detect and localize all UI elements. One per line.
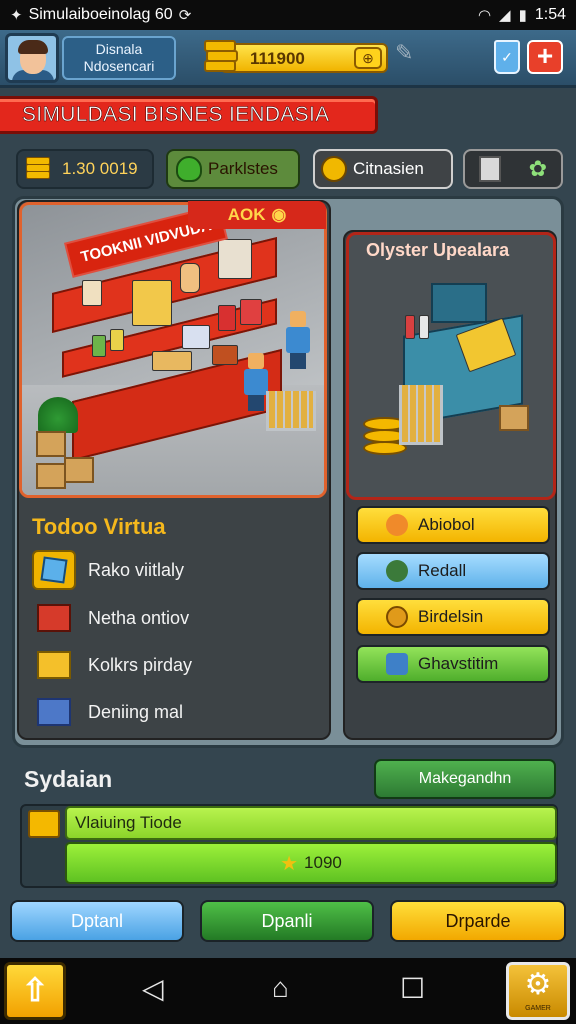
upgrade-illustration[interactable] [346,232,556,500]
list-item[interactable]: Rako viitlaly [32,548,184,592]
crate-icon [28,810,60,838]
clock: 1:54 [534,6,566,23]
wifi-icon: ◠ [477,7,492,24]
list-item[interactable]: Kolkrs pirday [32,643,192,687]
player-avatar[interactable] [5,33,59,83]
manage-button[interactable]: Makegandhn [374,759,556,799]
coin-balance-bar: 111900 ⊕ [220,43,388,73]
system-title: Sydaian [24,766,113,792]
settings-button[interactable]: ⚙ GAMER [506,962,570,1020]
bottom-button-blue[interactable]: Dptanl [10,900,184,942]
add-button[interactable]: + [527,40,563,74]
progress-value-bar[interactable]: ★ 1090 [65,842,557,884]
player-name-box[interactable]: Disnala Ndosencari [62,36,176,80]
coin-balance: 111900 [250,49,305,68]
tree-icon [176,156,202,182]
action-button-4[interactable]: Ghavstitim [356,645,550,683]
resource-parks[interactable]: Parklstes [166,149,300,189]
box-icon [478,156,501,182]
gear-icon: ✿ [528,156,548,181]
citizen-badge-icon [321,156,347,182]
upgrade-title: Olyster Upealara [366,240,510,260]
game-title: SIMULDASI BISNES IENDASIA [22,103,330,127]
resource-parks-label: Parklstes [208,159,278,178]
action-button-2[interactable]: Redall [356,552,550,590]
progress-value: 1090 [304,853,342,872]
trophy-cup-button[interactable]: ✓ [494,40,520,74]
status-title: Simulaiboeinolag 60 [28,6,173,23]
gear-icon: ⚙ [524,968,552,1001]
status-bar: ✦ Simulaiboeinolag 60 ⟳ ◠ ◢ ▮ 1:54 [0,0,576,30]
action-button-1[interactable]: Abiobol [356,506,550,544]
blue-box-icon [32,692,76,732]
refresh-icon [386,606,408,628]
resource-citizen-label: Citnasien [353,159,424,178]
game-title-banner: SIMULDASI BISNES IENDASIA [0,96,378,134]
home-icon[interactable]: ⌂ [272,972,289,1004]
progress-label-bar[interactable]: Vlaiuing Tiode [65,806,557,840]
store-ok-tag[interactable]: AOK ◉ [188,201,326,229]
add-coins-button[interactable]: ⊕ [354,47,382,69]
list-item-label: Kolkrs pirday [88,654,193,675]
action-label: Redall [418,561,467,580]
game-home-button[interactable]: ⇧ [4,962,66,1020]
battery-icon: ▮ [518,7,527,24]
resource-coins[interactable]: 1.30 0019 [16,149,154,189]
action-label: Birdelsin [418,607,484,626]
bottom-button-label: Dptanl [70,910,124,931]
progress-label: Vlaiuing Tiode [75,813,182,832]
player-subtitle: Ndosencari [83,58,155,74]
yellow-box-icon [32,645,76,685]
wrench-icon[interactable]: ✎ [395,40,413,66]
bottom-button-label: Drparde [445,910,511,931]
action-label: Ghavstitim [418,654,499,673]
list-item[interactable]: Deniing mal [32,690,183,734]
list-item-label: Rako viitlaly [88,559,185,580]
list-item-label: Deniing mal [88,701,184,722]
signal-icon: ◢ [499,7,511,24]
star-icon [386,514,408,536]
gold-bars-icon [202,40,240,76]
coin-stack-icon [26,157,54,181]
app-notification-icon: ✦ [10,7,23,24]
red-box-icon [32,598,76,638]
cube-icon [32,550,76,590]
bottom-button-green[interactable]: Dpanli [200,900,374,942]
resource-citizen[interactable]: Citnasien [313,149,453,189]
resource-coins-value: 1.30 0019 [62,159,138,178]
bottom-button-yellow[interactable]: Drparde [390,900,566,942]
list-item[interactable]: Netha ontiov [32,596,189,640]
sync-icon: ⟳ [178,7,192,24]
bottom-button-label: Dpanli [261,910,313,931]
settings-caption: GAMER [525,1005,551,1012]
action-button-3[interactable]: Birdelsin [356,598,550,636]
resource-extra[interactable]: ✿ [463,149,563,189]
star-icon: ★ [280,852,299,875]
player-name: Disnala [95,41,143,57]
manage-button-label: Makegandhn [418,770,512,787]
list-item-label: Netha ontiov [88,607,190,628]
store-list-title: Todoo Virtua [32,514,166,539]
recents-icon[interactable]: ☐ [400,972,425,1005]
store-ok-label: AOK [227,205,266,224]
chart-icon [386,653,408,675]
coin-icon: ◉ [271,205,287,224]
globe-icon [386,560,408,582]
back-icon[interactable]: ◁ [142,972,164,1005]
action-label: Abiobol [418,515,475,534]
